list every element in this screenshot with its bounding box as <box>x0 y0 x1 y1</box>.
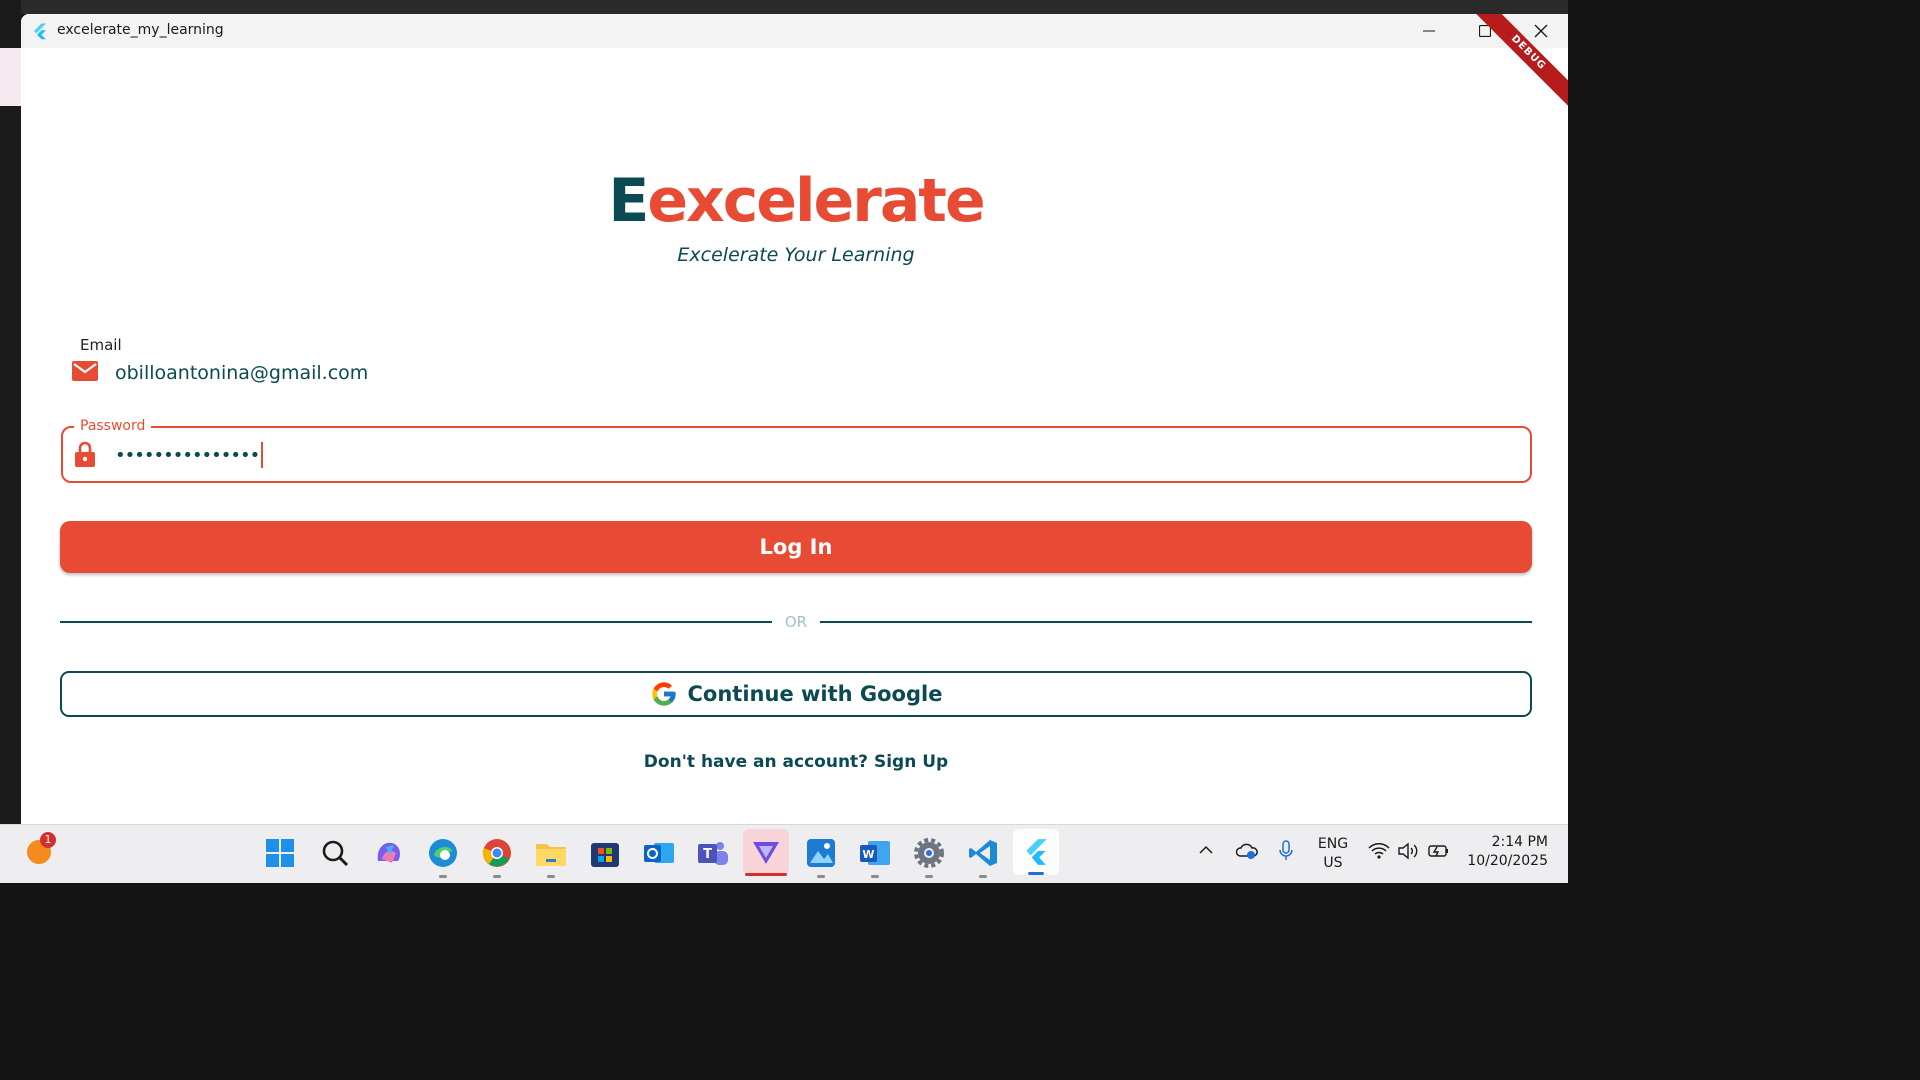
microphone-icon[interactable] <box>1278 840 1294 866</box>
logo-rest: excelerate <box>647 166 985 236</box>
divider-or-text: OR <box>784 613 808 631</box>
language-indicator[interactable]: ENG US <box>1314 835 1352 873</box>
store-icon[interactable] <box>586 834 624 872</box>
notification-badge: 1 <box>40 832 56 848</box>
mail-icon <box>72 361 98 381</box>
teams-icon[interactable]: T <box>694 834 732 872</box>
email-field[interactable]: obilloantonina@gmail.com <box>115 362 368 384</box>
edge-icon[interactable] <box>424 834 462 878</box>
clock-time: 2:14 PM <box>1491 834 1548 850</box>
login-screen: Eexcelerate Excelerate Your Learning Ema… <box>21 48 1568 824</box>
chrome-icon[interactable] <box>478 834 516 878</box>
background-window-edge <box>0 48 21 106</box>
app-logo: Eexcelerate <box>21 166 1568 236</box>
tagline: Excelerate Your Learning <box>677 244 915 266</box>
desktop-background-top <box>0 0 1568 14</box>
flutter-logo-icon <box>34 23 46 40</box>
logo-first-letter: E <box>608 166 649 236</box>
app-window: excelerate_my_learning Eexcelerate Excel… <box>21 14 1568 824</box>
battery-icon[interactable] <box>1428 843 1450 863</box>
google-icon <box>651 682 676 706</box>
minimize-button[interactable] <box>1401 14 1457 48</box>
clock-date: 10/20/2025 <box>1467 853 1548 869</box>
desktop-background-left <box>0 0 21 824</box>
app-icon[interactable] <box>743 829 789 876</box>
signup-link[interactable]: Don't have an account? Sign Up <box>21 752 1568 772</box>
lock-icon <box>75 441 95 467</box>
word-icon[interactable]: W <box>856 834 894 878</box>
start-icon[interactable] <box>261 834 299 872</box>
login-button[interactable]: Log In <box>60 521 1532 573</box>
outlook-icon[interactable] <box>640 834 678 872</box>
password-label: Password <box>74 418 152 434</box>
volume-icon[interactable] <box>1398 842 1420 864</box>
search-icon[interactable] <box>316 834 354 872</box>
title-bar: excelerate_my_learning <box>21 14 1568 48</box>
vscode-icon[interactable] <box>964 834 1002 878</box>
google-button-label: Continue with Google <box>687 682 943 706</box>
email-label: Email <box>80 336 122 354</box>
wifi-icon[interactable] <box>1368 842 1390 864</box>
copilot-icon[interactable] <box>370 834 408 872</box>
system-clock[interactable]: 2:14 PM 10/20/2025 <box>1462 833 1548 871</box>
password-input[interactable]: ••••••••••••••• <box>115 442 264 468</box>
svg-text:T: T <box>703 847 712 862</box>
photos-icon[interactable] <box>802 834 840 878</box>
close-icon <box>1534 24 1548 38</box>
onedrive-icon[interactable] <box>1235 841 1258 865</box>
divider-left <box>60 621 772 623</box>
password-masked-value: ••••••••••••••• <box>115 444 260 466</box>
google-signin-button[interactable]: Continue with Google <box>60 671 1532 717</box>
region-code: US <box>1323 855 1343 871</box>
text-caret <box>261 442 264 468</box>
language-code: ENG <box>1317 836 1349 852</box>
divider-right <box>820 621 1532 623</box>
chevron-up-icon[interactable] <box>1198 842 1214 862</box>
settings-icon[interactable] <box>910 834 948 878</box>
window-title: excelerate_my_learning <box>57 22 224 38</box>
file-explorer-icon[interactable] <box>532 834 570 878</box>
flutter-icon[interactable] <box>1013 829 1059 875</box>
svg-text:W: W <box>862 848 874 861</box>
password-field[interactable] <box>61 426 1532 483</box>
minimize-icon <box>1423 30 1435 32</box>
